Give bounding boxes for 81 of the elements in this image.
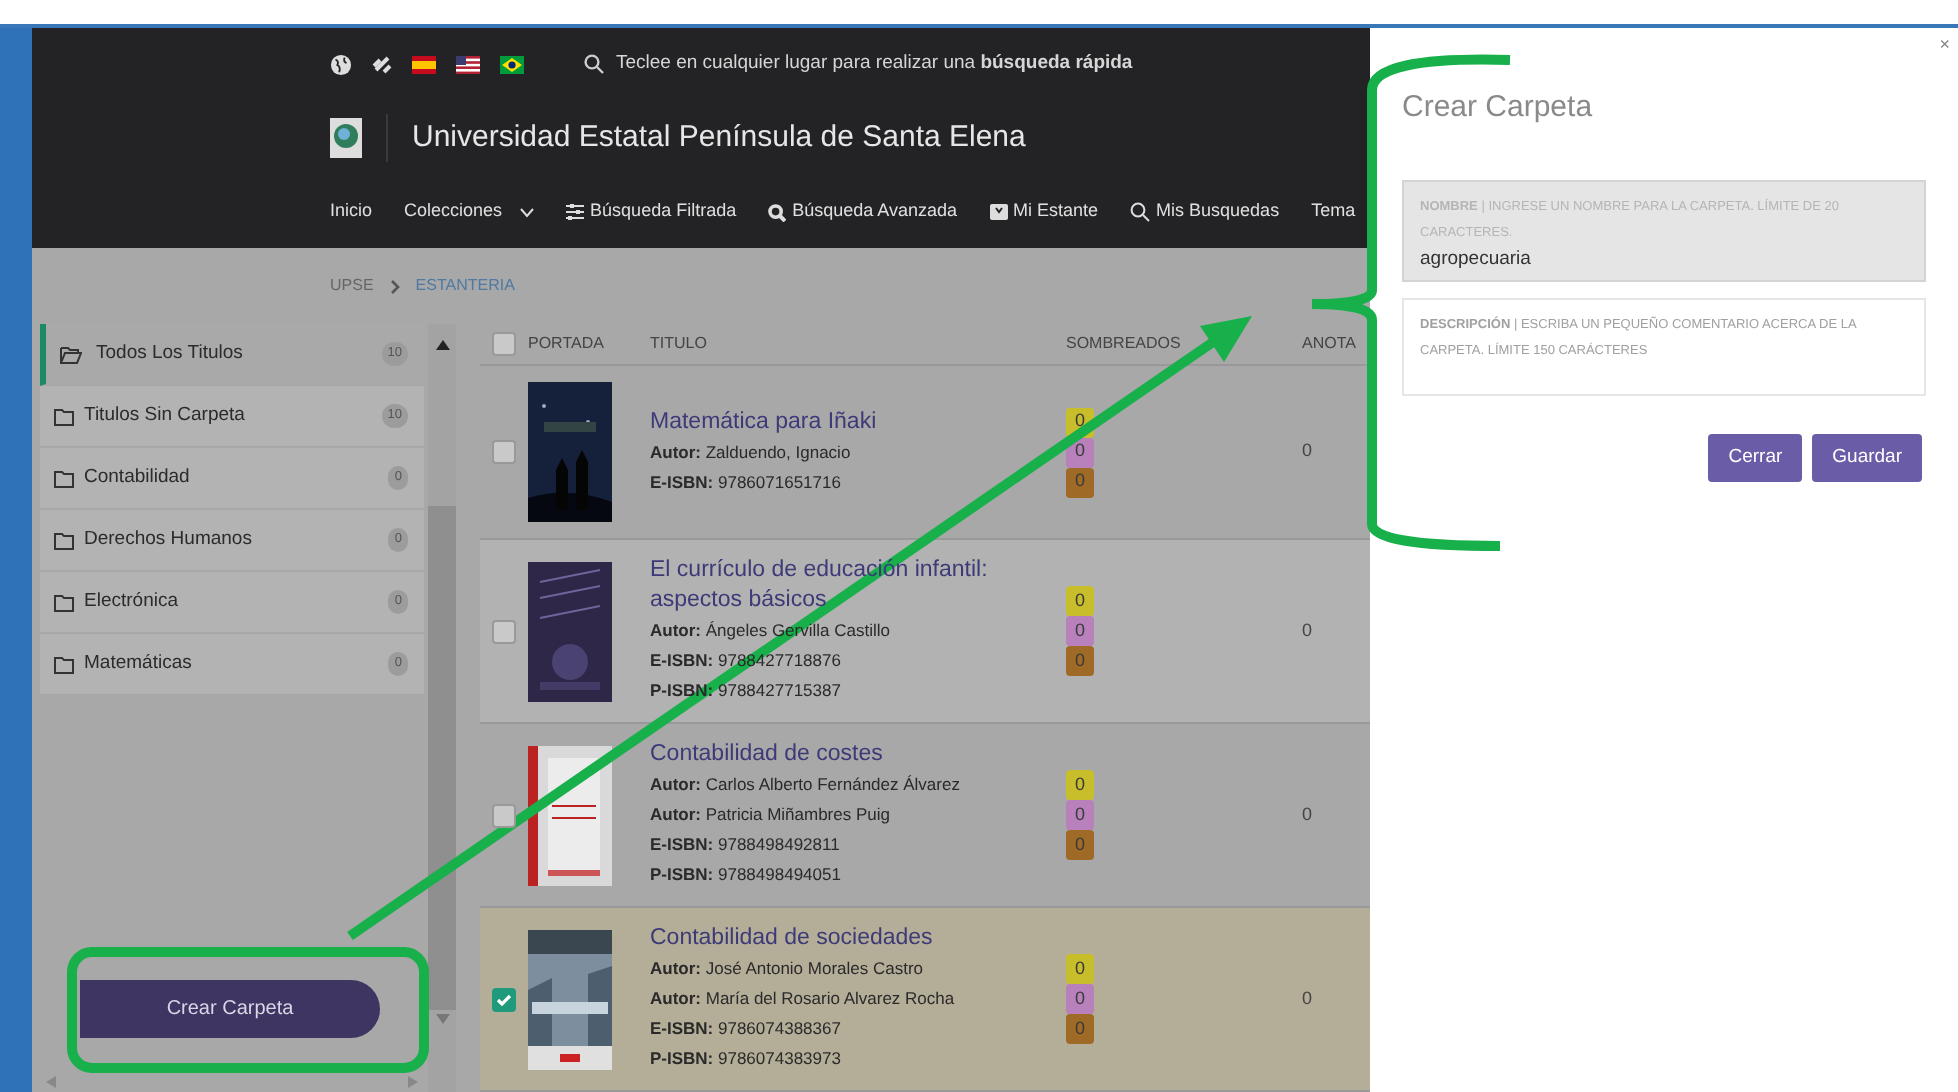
dialog-button[interactable]: Guardar xyxy=(1812,433,1922,482)
highlight-count: 0 xyxy=(1066,586,1094,616)
folder-label: Todos Los Titulos xyxy=(96,339,243,368)
dialog-button[interactable]: Cerrar xyxy=(1708,433,1803,482)
folder-label: Contabilidad xyxy=(84,463,190,492)
highlight-count: 0 xyxy=(1066,830,1094,860)
column-header[interactable]: PORTADA xyxy=(516,332,650,356)
book-detail: Autor: José Antonio Morales Castro xyxy=(650,956,924,982)
book-detail: E-ISBN: 9786074388367 xyxy=(650,1016,841,1042)
folder-icon xyxy=(54,531,74,549)
book-detail: Autor: Zalduendo, Ignacio xyxy=(650,439,851,466)
folder-icon xyxy=(54,469,74,487)
search-icon xyxy=(1130,202,1151,222)
nav-link[interactable]: Búsqueda Avanzada xyxy=(768,198,957,226)
quick-search-hint[interactable]: Teclee en cualquier lugar para realizar una búsqueda rápida xyxy=(616,49,1133,79)
column-header[interactable]: ANOTA xyxy=(1302,332,1356,356)
logo-icon xyxy=(330,118,362,158)
open-folder-icon xyxy=(60,345,82,363)
filter-icon xyxy=(566,204,585,220)
folder-icon xyxy=(54,407,74,425)
link-icon[interactable] xyxy=(372,54,392,74)
book-detail: Autor: Carlos Alberto Fernández Álvarez xyxy=(650,772,960,798)
folder-label: Electrónica xyxy=(84,587,178,616)
nav-link[interactable]: Mi Estante xyxy=(989,198,1099,226)
folder-icon xyxy=(54,593,74,611)
search-icon xyxy=(768,203,787,221)
nav-link[interactable]: Búsqueda Filtrada xyxy=(566,198,737,226)
table-cell-text: 0 xyxy=(1302,801,1313,828)
highlight-count: 0 xyxy=(1066,770,1094,800)
table-cell-text: 0 xyxy=(1302,985,1313,1012)
chevron-down-icon xyxy=(520,207,535,217)
book-title-link[interactable]: Matemática para Iñaki xyxy=(650,407,1054,437)
scroll-down-icon[interactable] xyxy=(435,1014,449,1024)
book-detail: P-ISBN: 9786074383973 xyxy=(650,1046,841,1072)
checkbox[interactable] xyxy=(492,619,516,643)
nav-link[interactable]: Inicio xyxy=(330,198,373,226)
folder-icon xyxy=(54,655,74,673)
highlight-count: 0 xyxy=(1066,984,1094,1014)
book-title-link[interactable]: Contabilidad de sociedades xyxy=(650,924,1054,954)
book-detail: E-ISBN: 9786071651716 xyxy=(650,469,841,495)
folder-label: Derechos Humanos xyxy=(84,525,252,554)
book-detail: Autor: María del Rosario Alvarez Rocha xyxy=(650,986,955,1012)
scroll-up-icon[interactable] xyxy=(435,340,449,350)
book-detail: P-ISBN: 9788498494051 xyxy=(650,862,841,888)
book-detail: Autor: Patricia Miñambres Puig xyxy=(650,802,890,828)
column-header[interactable]: TITULO xyxy=(650,332,1066,356)
spain-flag-icon[interactable] xyxy=(412,55,436,73)
usa-flag-icon[interactable] xyxy=(456,55,480,73)
highlight-count: 0 xyxy=(1066,800,1094,830)
dialog-title: Crear Carpeta xyxy=(1402,88,1595,128)
highlight-count: 0 xyxy=(1066,646,1094,676)
brazil-flag-icon[interactable] xyxy=(500,55,524,73)
book-detail: E-ISBN: 9788498492811 xyxy=(650,832,840,858)
checkbox[interactable] xyxy=(492,803,516,827)
text-input[interactable]: agropecuaria xyxy=(1420,245,1908,274)
scrollbar[interactable] xyxy=(428,324,456,1092)
checkbox[interactable] xyxy=(492,440,516,464)
chevron-right-icon xyxy=(389,279,400,293)
globe-icon[interactable] xyxy=(330,53,352,75)
highlight-count: 0 xyxy=(1066,616,1094,646)
table-cell-text: 0 xyxy=(1302,617,1313,644)
column-header[interactable]: SOMBREADOS xyxy=(1066,332,1302,356)
nav-link[interactable]: Mis Busquedas xyxy=(1130,198,1280,226)
checkbox[interactable] xyxy=(492,332,516,356)
nav-link[interactable]: Tema xyxy=(1311,198,1356,226)
highlight-count: 0 xyxy=(1066,467,1094,497)
highlight-count: 0 xyxy=(1066,1014,1094,1044)
create-folder-button[interactable]: Crear Carpeta xyxy=(80,980,380,1038)
table-row[interactable]: Contabilidad de sociedades Autor: José Antonio Morales Castro Autor: María del Rosario Alvarez Rocha E-ISBN: 9786074388367 P-ISBN: 9786074383973 0 0 0 0 xyxy=(480,908,1370,1092)
folder-label: Matemáticas xyxy=(84,649,192,678)
search-icon[interactable] xyxy=(584,54,604,74)
nav-link[interactable]: Colecciones xyxy=(404,198,535,226)
checkbox[interactable] xyxy=(492,987,516,1011)
checkmark-icon xyxy=(496,993,512,1005)
folder-label: Titulos Sin Carpeta xyxy=(84,401,245,430)
site-title: Universidad Estatal Península de Santa Elena xyxy=(412,117,1026,158)
highlight-count: 0 xyxy=(1066,954,1094,984)
inbox-icon xyxy=(989,204,1007,220)
close-button[interactable]: × xyxy=(1939,32,1950,59)
table-cell-text: 0 xyxy=(1302,438,1313,465)
book-title-link[interactable]: Contabilidad de costes xyxy=(650,740,1054,770)
